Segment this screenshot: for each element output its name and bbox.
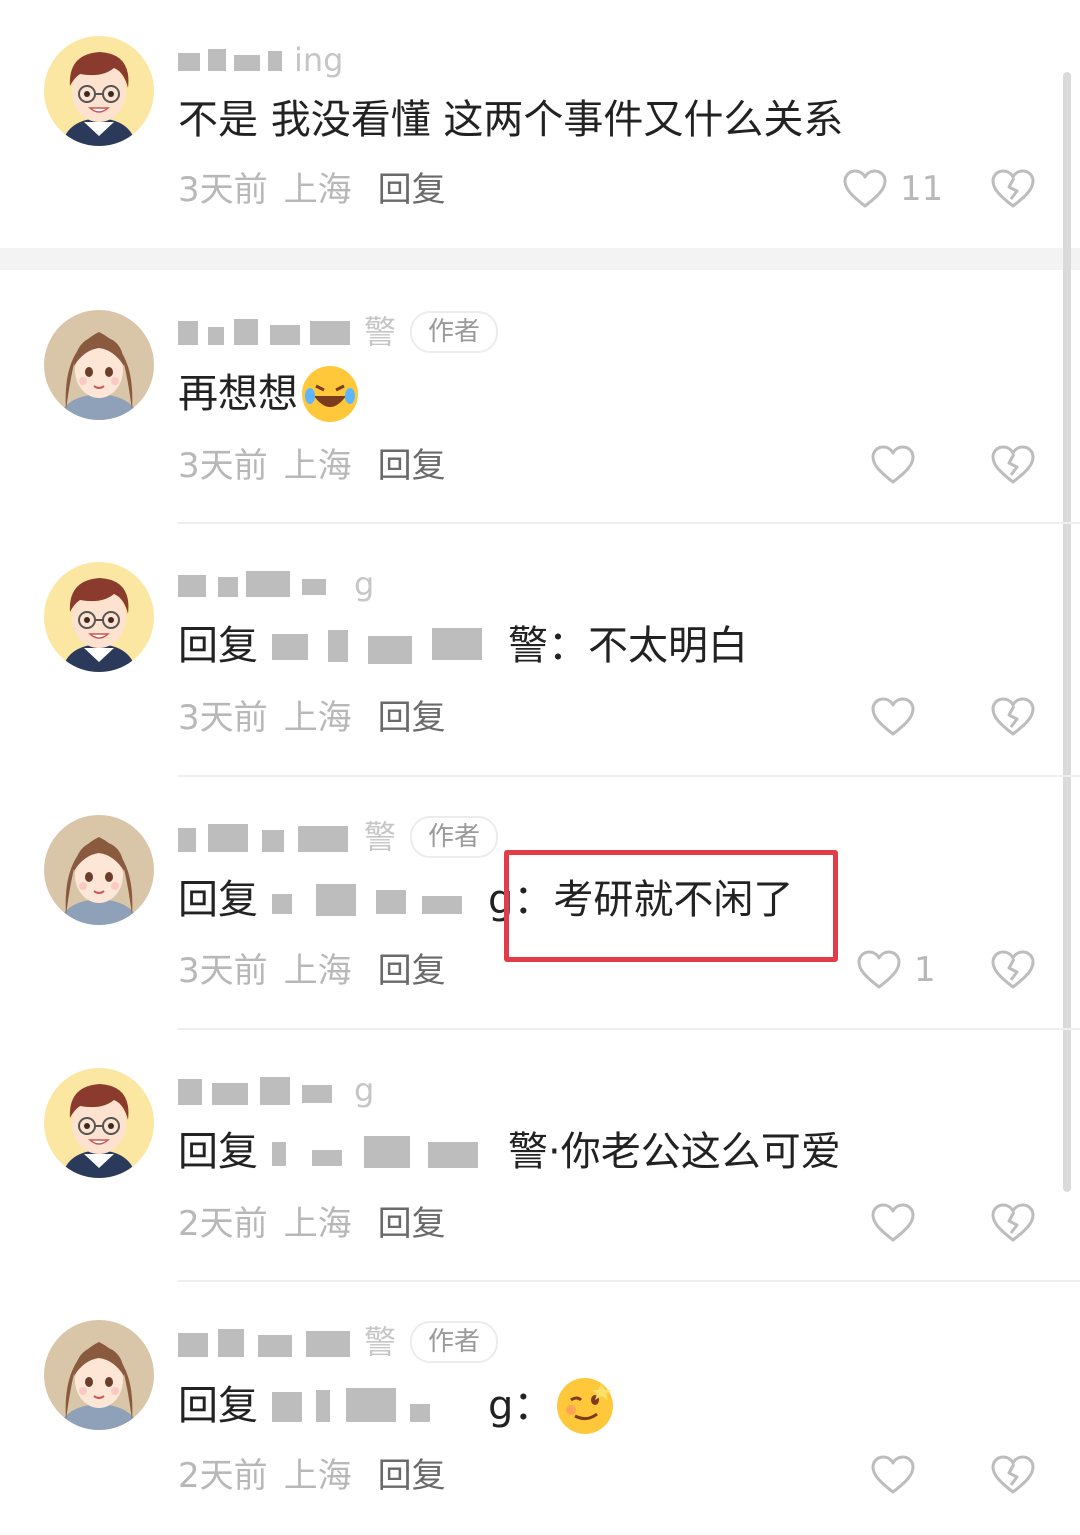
dislike-button[interactable] bbox=[990, 696, 1036, 738]
comment-meta: 3天前 上海 回复 bbox=[178, 694, 446, 742]
heart-icon bbox=[871, 1455, 915, 1494]
like-button[interactable] bbox=[870, 444, 916, 486]
broken-heart-icon bbox=[991, 445, 1035, 484]
dislike-button[interactable] bbox=[990, 949, 1036, 991]
username[interactable]: g bbox=[178, 1068, 374, 1112]
reply-button[interactable]: 回复 bbox=[378, 951, 446, 991]
location: 上海 bbox=[283, 1456, 352, 1496]
comment-meta: 2天前 上海 回复 bbox=[178, 1200, 446, 1248]
dislike-button[interactable] bbox=[990, 1454, 1036, 1496]
section-separator bbox=[0, 248, 1080, 270]
winking-smirk-emoji bbox=[557, 1378, 614, 1434]
author-badge: 作者 bbox=[410, 1321, 499, 1363]
username[interactable]: 警 作者 bbox=[178, 310, 499, 354]
blurred-reply-target-mosaic bbox=[272, 1386, 482, 1426]
like-button[interactable] bbox=[870, 696, 916, 738]
dislike-button[interactable] bbox=[990, 1202, 1036, 1244]
comment-meta: 3天前 上海 回复 bbox=[178, 166, 446, 214]
broken-heart-icon bbox=[991, 1455, 1035, 1494]
username[interactable]: 警 作者 bbox=[178, 815, 499, 859]
like-count: 1 bbox=[914, 950, 936, 990]
username[interactable]: g bbox=[178, 562, 374, 606]
divider bbox=[178, 775, 1080, 777]
blurred-name-mosaic bbox=[178, 45, 288, 75]
location: 上海 bbox=[283, 951, 352, 991]
blurred-name-mosaic bbox=[178, 822, 358, 852]
timestamp: 2天前 bbox=[178, 1204, 268, 1244]
blurred-reply-target-mosaic bbox=[272, 1132, 502, 1172]
heart-icon bbox=[871, 445, 915, 484]
broken-heart-icon bbox=[991, 1203, 1035, 1242]
comment-meta: 3天前 上海 回复 bbox=[178, 947, 446, 995]
blurred-reply-target-mosaic bbox=[272, 880, 482, 920]
location: 上海 bbox=[283, 698, 352, 738]
reply-button[interactable]: 回复 bbox=[378, 1204, 446, 1244]
location: 上海 bbox=[283, 1204, 352, 1244]
rolling-laughing-emoji bbox=[302, 366, 358, 422]
comment-meta: 3天前 上海 回复 bbox=[178, 442, 446, 490]
avatar[interactable] bbox=[44, 1068, 154, 1178]
comment-text: 再想想 bbox=[178, 366, 358, 422]
username[interactable]: 警 作者 bbox=[178, 1320, 499, 1364]
blurred-name-mosaic bbox=[178, 1327, 358, 1357]
timestamp: 3天前 bbox=[178, 446, 268, 486]
like-count: 11 bbox=[900, 169, 944, 209]
heart-icon bbox=[871, 1203, 915, 1242]
highlight-box bbox=[504, 850, 838, 962]
avatar[interactable] bbox=[44, 1320, 154, 1430]
reply-button[interactable]: 回复 bbox=[378, 170, 446, 210]
comment-text: 回复 警： 不太明白 bbox=[178, 623, 748, 669]
timestamp: 3天前 bbox=[178, 698, 268, 738]
timestamp: 2天前 bbox=[178, 1456, 268, 1496]
location: 上海 bbox=[283, 446, 352, 486]
avatar[interactable] bbox=[44, 36, 154, 146]
like-button[interactable]: 11 bbox=[842, 168, 943, 210]
avatar[interactable] bbox=[44, 562, 154, 672]
reply-button[interactable]: 回复 bbox=[378, 446, 446, 486]
avatar[interactable] bbox=[44, 815, 154, 925]
username[interactable]: ing bbox=[178, 38, 343, 82]
timestamp: 3天前 bbox=[178, 170, 268, 210]
reply-button[interactable]: 回复 bbox=[378, 1456, 446, 1496]
broken-heart-icon bbox=[991, 169, 1035, 208]
heart-icon bbox=[857, 950, 901, 989]
broken-heart-icon bbox=[991, 697, 1035, 736]
location: 上海 bbox=[283, 170, 352, 210]
author-badge: 作者 bbox=[410, 816, 499, 858]
heart-icon bbox=[843, 169, 887, 208]
broken-heart-icon bbox=[991, 950, 1035, 989]
like-button[interactable]: 1 bbox=[856, 949, 936, 991]
divider bbox=[178, 522, 1080, 524]
comment-text: 回复 警· 你老公这么可爱 bbox=[178, 1129, 841, 1175]
divider bbox=[178, 1280, 1080, 1282]
reply-button[interactable]: 回复 bbox=[378, 698, 446, 738]
blurred-name-mosaic bbox=[178, 569, 348, 599]
timestamp: 3天前 bbox=[178, 951, 268, 991]
comment-text: 回复 g： bbox=[178, 1378, 614, 1434]
blurred-name-mosaic bbox=[178, 1075, 348, 1105]
dislike-button[interactable] bbox=[990, 444, 1036, 486]
like-button[interactable] bbox=[870, 1454, 916, 1496]
blurred-reply-target-mosaic bbox=[272, 626, 502, 666]
dislike-button[interactable] bbox=[990, 168, 1036, 210]
author-badge: 作者 bbox=[410, 311, 499, 353]
heart-icon bbox=[871, 697, 915, 736]
like-button[interactable] bbox=[870, 1202, 916, 1244]
scrollbar[interactable] bbox=[1063, 72, 1071, 1192]
blurred-name-mosaic bbox=[178, 317, 358, 347]
comment-meta: 2天前 上海 回复 bbox=[178, 1452, 446, 1500]
avatar[interactable] bbox=[44, 310, 154, 420]
comment-text: 不是 我没看懂 这两个事件又什么关系 bbox=[178, 97, 844, 143]
divider bbox=[178, 1028, 1080, 1030]
